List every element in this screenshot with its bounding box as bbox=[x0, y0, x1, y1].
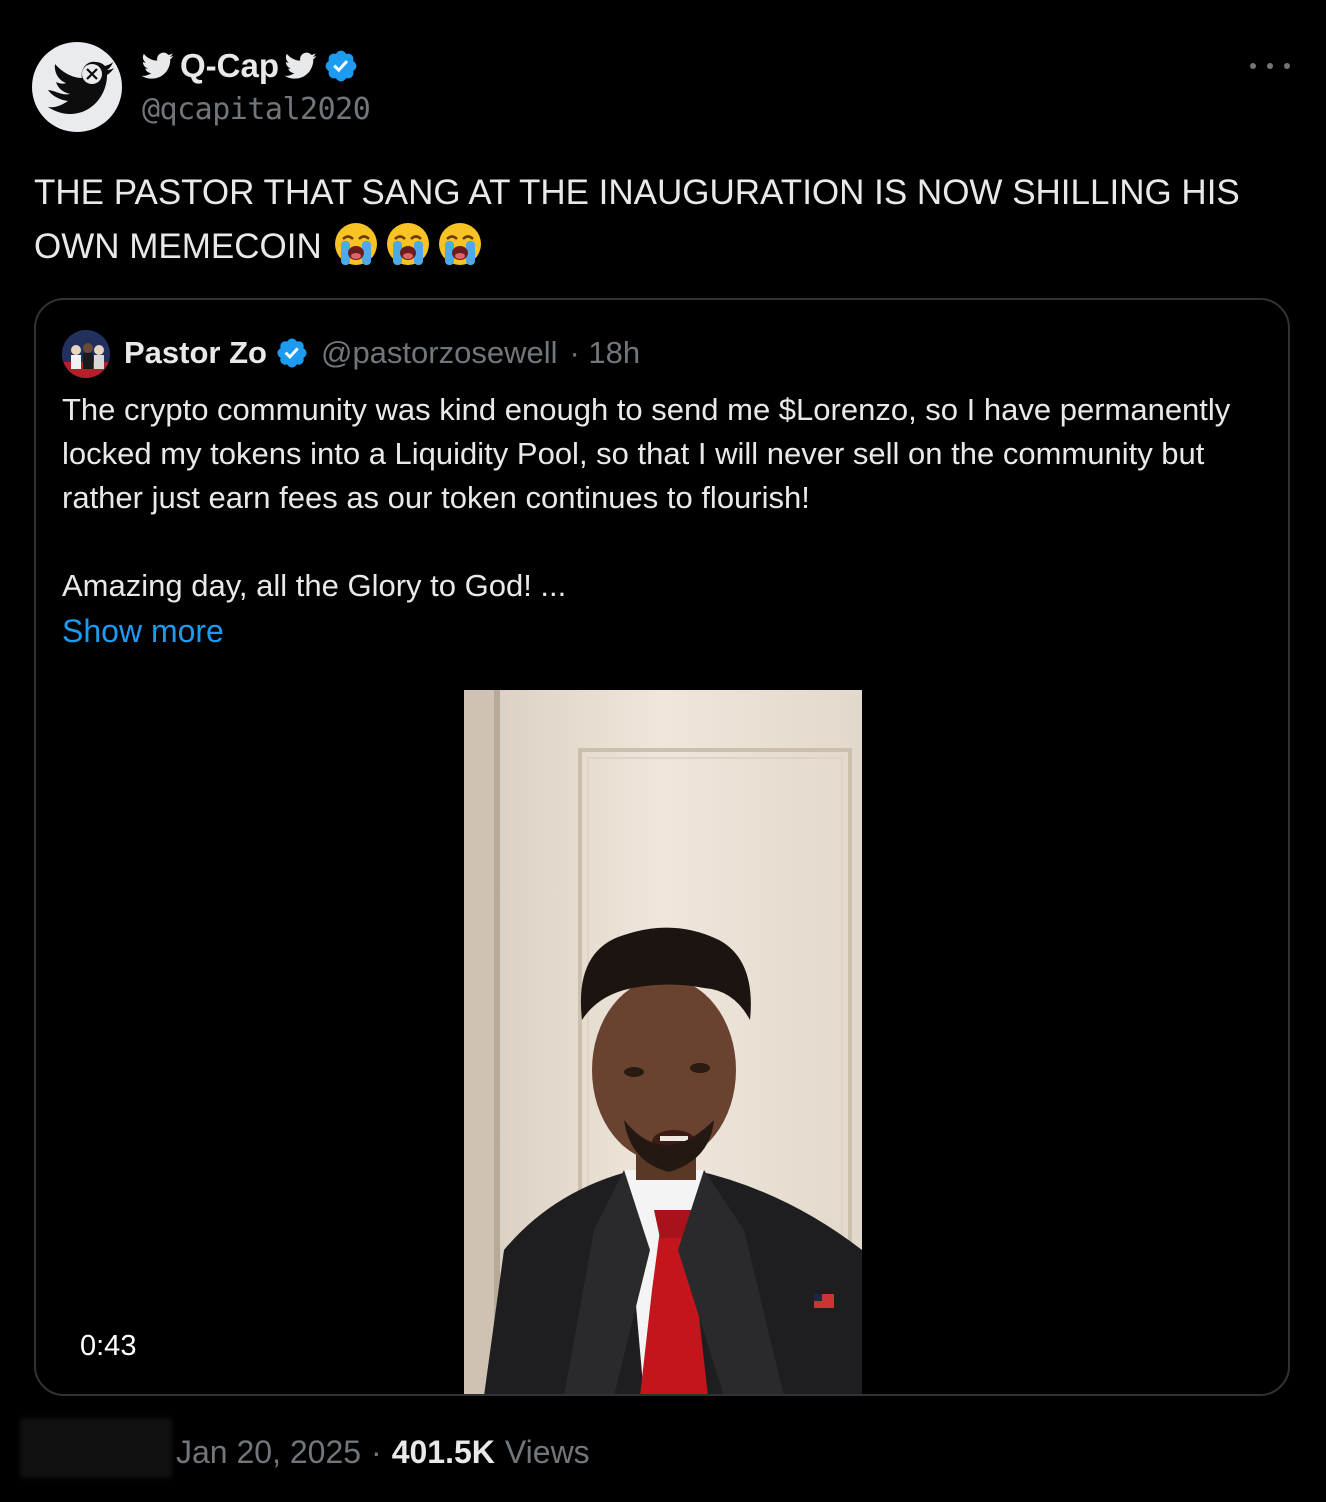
dot-icon bbox=[1250, 63, 1256, 69]
tweet-text: THE PASTOR THAT SANG AT THE INAUGURATION… bbox=[34, 173, 1240, 266]
quoted-tweet-card[interactable]: Pastor Zo @pastorzosewell · 18h The cryp… bbox=[34, 298, 1290, 1396]
quoted-author-handle[interactable]: @pastorzosewell bbox=[321, 335, 558, 371]
loudly-crying-face-icon bbox=[384, 220, 432, 268]
meta-separator: · bbox=[371, 1434, 382, 1470]
author-avatar[interactable] bbox=[32, 42, 122, 132]
quoted-tweet-text: The crypto community was kind enough to … bbox=[62, 388, 1262, 654]
more-options-button[interactable] bbox=[1250, 54, 1290, 78]
quoted-paragraph: Amazing day, all the Glory to God! ... bbox=[62, 568, 567, 603]
twitter-bird-x-icon bbox=[48, 61, 114, 114]
video-frame-image bbox=[464, 690, 862, 1394]
verified-badge-icon[interactable] bbox=[275, 336, 309, 370]
tweet-body: THE PASTOR THAT SANG AT THE INAUGURATION… bbox=[34, 166, 1294, 274]
tweet-date[interactable]: Jan 20, 2025 bbox=[176, 1434, 361, 1471]
views-label: Views bbox=[504, 1434, 590, 1470]
quoted-author-name[interactable]: Pastor Zo bbox=[124, 335, 267, 371]
views-count: 401.5K bbox=[391, 1434, 495, 1470]
author-handle[interactable]: @qcapital2020 bbox=[142, 92, 371, 127]
tweet-page: Q-Cap @qcapital2020 THE PASTOR THAT SANG… bbox=[0, 0, 1326, 1502]
twitter-bird-icon bbox=[285, 52, 317, 80]
quoted-paragraph: The crypto community was kind enough to … bbox=[62, 392, 1231, 515]
twitter-bird-icon bbox=[142, 52, 174, 80]
quoted-header: Pastor Zo @pastorzosewell · 18h bbox=[124, 332, 640, 374]
author-display-name: Q-Cap bbox=[180, 47, 279, 84]
video-duration: 0:43 bbox=[80, 1330, 137, 1362]
video-thumbnail[interactable] bbox=[464, 690, 862, 1394]
verified-badge-icon[interactable] bbox=[323, 48, 359, 84]
tweet-meta: Jan 20, 2025 · 401.5K Views bbox=[176, 1434, 590, 1471]
author-name-row[interactable]: Q-Cap bbox=[142, 46, 359, 86]
loudly-crying-face-icon bbox=[436, 220, 484, 268]
quoted-timestamp[interactable]: · 18h bbox=[569, 335, 640, 371]
quoted-author-avatar[interactable] bbox=[62, 330, 110, 378]
emoji-group bbox=[332, 220, 484, 268]
dot-icon bbox=[1267, 63, 1273, 69]
show-more-link[interactable]: Show more bbox=[62, 608, 224, 654]
redacted-region bbox=[20, 1418, 172, 1478]
dot-icon bbox=[1284, 63, 1290, 69]
loudly-crying-face-icon bbox=[332, 220, 380, 268]
